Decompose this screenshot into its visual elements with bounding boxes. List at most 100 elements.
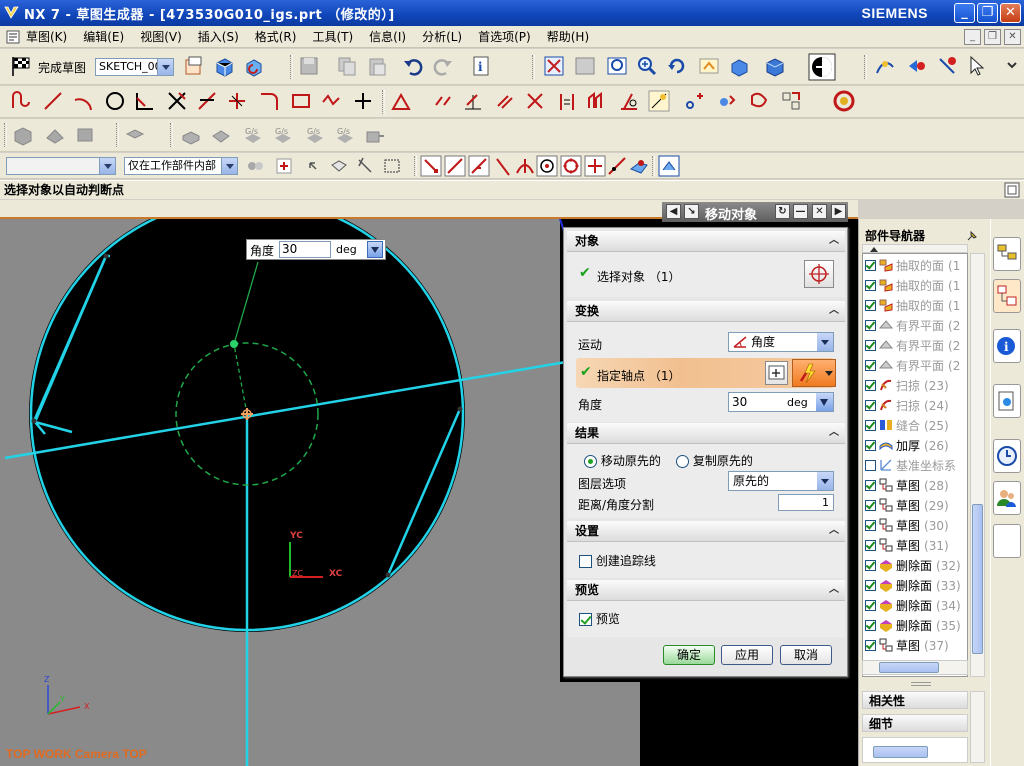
collapse-chevron-icon[interactable]: ︿ — [826, 583, 842, 597]
details-scrollbar[interactable] — [970, 691, 985, 763]
scrollbar-thumb[interactable] — [873, 746, 928, 758]
menu-tools[interactable]: 工具(T) — [312, 28, 353, 45]
restore-button[interactable]: ❐ — [977, 3, 998, 23]
roles-tab[interactable] — [993, 481, 1021, 515]
assembly-navigator-tab[interactable] — [993, 237, 1021, 271]
constraint-icon[interactable] — [936, 55, 958, 77]
doc-restore-button[interactable]: ❐ — [984, 29, 1001, 45]
collapse-chevron-icon[interactable]: ︿ — [826, 524, 842, 538]
toolbar-grip[interactable] — [414, 156, 417, 176]
navigator-item[interactable]: 抽取的面 (1 — [865, 296, 967, 316]
visibility-checkbox[interactable] — [865, 480, 876, 491]
part-navigator-tab[interactable] — [993, 279, 1021, 313]
dimension-icon[interactable] — [462, 90, 484, 112]
snap-control-icon[interactable] — [468, 155, 490, 177]
section-settings-header[interactable]: 设置 ︿ — [567, 521, 845, 542]
pivot-point-label[interactable]: 指定轴点 （1） — [597, 367, 680, 384]
fillet-icon[interactable] — [134, 90, 156, 112]
update-model-icon[interactable] — [243, 55, 265, 77]
navigator-vertical-scrollbar[interactable] — [970, 253, 985, 677]
show-constraints-icon[interactable] — [618, 90, 640, 112]
section-transform-header[interactable]: 变换 ︿ — [567, 301, 845, 322]
equal-length-icon[interactable] — [556, 90, 578, 112]
visibility-checkbox[interactable] — [865, 500, 876, 511]
visibility-checkbox[interactable] — [865, 440, 876, 451]
arc-icon[interactable] — [72, 90, 94, 112]
snap-quadrant-icon[interactable] — [560, 155, 582, 177]
save-icon[interactable] — [298, 55, 320, 77]
visibility-checkbox[interactable] — [865, 560, 876, 571]
move-original-option[interactable]: 移动原先的 — [584, 452, 661, 469]
sweep-feature-icon[interactable] — [74, 124, 96, 146]
visibility-checkbox[interactable] — [865, 380, 876, 391]
create-trace-option[interactable]: 创建追踪线 — [579, 552, 656, 569]
snap-on-surface-icon[interactable] — [628, 155, 650, 177]
dialog-pin-button[interactable]: ↘ — [684, 204, 699, 219]
visibility-checkbox[interactable] — [865, 580, 876, 591]
snap-center-icon[interactable] — [536, 155, 558, 177]
toolbar-overflow-icon[interactable] — [1004, 55, 1020, 77]
pocket-icon[interactable] — [210, 124, 232, 146]
fit-icon[interactable] — [543, 55, 565, 77]
zoom-in-out-icon[interactable] — [636, 55, 658, 77]
undo-icon[interactable] — [402, 55, 424, 77]
navigator-item[interactable]: 草图 (29) — [865, 496, 967, 516]
rotate-icon[interactable] — [666, 55, 688, 77]
collapse-chevron-icon[interactable]: ︿ — [826, 304, 842, 318]
shaded-icon[interactable] — [728, 55, 750, 77]
navigator-item[interactable]: 基准坐标系 — [865, 456, 967, 476]
user-feature-icon[interactable] — [364, 124, 386, 146]
copy-original-radio[interactable] — [676, 455, 689, 468]
undo-selection-icon[interactable] — [302, 155, 324, 177]
visibility-checkbox[interactable] — [865, 540, 876, 551]
move-original-radio[interactable] — [584, 455, 597, 468]
menu-insert[interactable]: 插入(S) — [198, 28, 239, 45]
thread-icon[interactable]: G/s — [334, 124, 356, 146]
inferred-point-select[interactable] — [792, 359, 836, 387]
pin-icon[interactable] — [965, 229, 979, 243]
zoom-box-icon[interactable] — [574, 55, 596, 77]
menu-format[interactable]: 格式(R) — [255, 28, 297, 45]
navigator-item[interactable]: 删除面 (34) — [865, 596, 967, 616]
select-object-label[interactable]: 选择对象 （1） — [597, 268, 680, 285]
splitter-handle[interactable] — [911, 682, 931, 686]
toolbar-grip[interactable] — [382, 90, 385, 114]
minimize-button[interactable]: _ — [954, 3, 975, 23]
assembly-filter-icon[interactable] — [244, 155, 266, 177]
info-icon[interactable]: i — [470, 55, 492, 77]
layer-option-select[interactable]: 原先的 — [728, 471, 834, 491]
revolve-icon[interactable] — [44, 124, 66, 146]
auto-constraint-icon[interactable] — [586, 90, 608, 112]
animate-dimension-icon[interactable] — [648, 90, 670, 112]
app-menu-icon[interactable] — [6, 30, 20, 44]
section-object-header[interactable]: 对象 ︿ — [567, 231, 845, 252]
snap-midpoint-icon[interactable] — [444, 155, 466, 177]
navigator-item[interactable]: 草图 (37) — [865, 636, 967, 656]
general-filter-icon[interactable] — [274, 155, 296, 177]
selection-scope-select[interactable]: 仅在工作部件内部 — [124, 157, 238, 175]
circle-icon[interactable] — [104, 90, 126, 112]
snap-intersection-icon[interactable] — [492, 155, 514, 177]
navigator-item[interactable]: 删除面 (35) — [865, 616, 967, 636]
menu-preferences[interactable]: 首选项(P) — [478, 28, 531, 45]
navigator-item[interactable]: 草图 (31) — [865, 536, 967, 556]
visibility-checkbox[interactable] — [865, 420, 876, 431]
navigator-item[interactable]: 草图 (28) — [865, 476, 967, 496]
menu-info[interactable]: 信息(I) — [369, 28, 406, 45]
extrude-icon[interactable] — [12, 124, 34, 146]
groove-icon[interactable]: G/s — [304, 124, 326, 146]
copy-icon[interactable] — [336, 55, 358, 77]
doc-minimize-button[interactable]: _ — [964, 29, 981, 45]
finish-sketch-flag-icon[interactable] — [10, 55, 32, 77]
navigator-horizontal-scrollbar[interactable] — [862, 660, 968, 675]
alternate-solution-icon[interactable] — [716, 90, 738, 112]
visibility-checkbox[interactable] — [865, 460, 876, 471]
navigator-item[interactable]: 删除面 (33) — [865, 576, 967, 596]
visibility-checkbox[interactable] — [865, 620, 876, 631]
scrollbar-thumb[interactable] — [972, 504, 983, 654]
visibility-checkbox[interactable] — [865, 360, 876, 371]
menu-view[interactable]: 视图(V) — [140, 28, 182, 45]
select-arrow-icon[interactable] — [966, 55, 988, 77]
snap-arc-center-icon[interactable] — [514, 155, 536, 177]
render-style-icon[interactable] — [764, 55, 786, 77]
